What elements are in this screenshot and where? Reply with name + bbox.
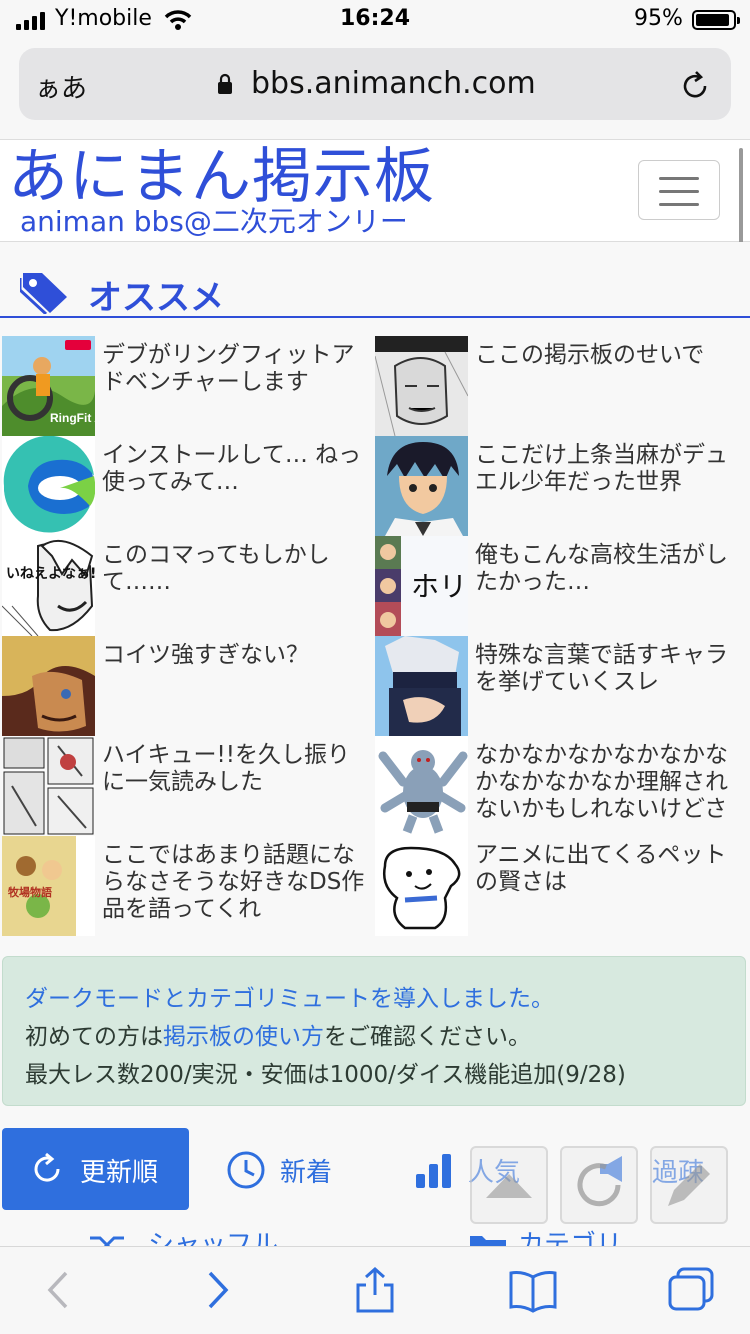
reload-icon <box>577 1163 621 1207</box>
arrow-up-icon <box>486 1174 532 1198</box>
bar-chart-icon <box>416 1154 451 1188</box>
recommend-item-title[interactable]: ここの掲示板のせいで <box>475 342 740 369</box>
clock-icon <box>227 1151 265 1189</box>
reload-icon[interactable] <box>679 70 711 102</box>
howto-link[interactable]: 掲示板の使い方 <box>163 1024 324 1050</box>
recommend-item[interactable]: 特殊な言葉で話すキャラを挙げていくスレ <box>373 636 746 736</box>
address-bar[interactable]: ぁあ bbs.animanch.com <box>19 48 731 120</box>
thumb-text: RingFit Adventure <box>50 411 95 425</box>
thumb-text: 牧場物語 <box>8 885 52 899</box>
tab-shuffle-label: シャッフル <box>148 1230 279 1248</box>
browser-chrome: ぁあ bbs.animanch.com <box>0 42 750 140</box>
bookmarks-icon[interactable] <box>508 1267 558 1313</box>
thumb-text: いねえよなぁ!!? <box>6 566 95 582</box>
notice-line-3: 最大レス数200/実況・安価は1000/ダイス機能追加(9/28) <box>25 1062 626 1088</box>
recommend-item[interactable]: なかなかなかなかなかなかなかなかなか理解されないかもしれないけどさ <box>373 736 746 836</box>
edge-browser-icon[interactable] <box>2 436 95 536</box>
status-bar: Y!mobile 16:24 95% <box>0 0 750 42</box>
recommend-item[interactable]: アニメに出てくるペットの賢さは <box>373 836 746 936</box>
thumbnail-shiro-dog[interactable] <box>375 836 468 936</box>
battery-icon <box>692 10 740 30</box>
recommend-item-title[interactable]: 俺もこんな高校生活がしたかった… <box>475 542 740 596</box>
thumbnail-blonde-character[interactable] <box>2 636 95 736</box>
tabs-icon[interactable] <box>666 1267 716 1313</box>
main-content: オススメ RingFit Adventure デブがリングフィットアドベンチャー… <box>0 242 750 1248</box>
browser-toolbar <box>0 1246 750 1334</box>
recommend-item[interactable]: いねえよなぁ!!? このコマってもしかして…… <box>0 536 373 636</box>
thumbnail-haikyu-manga[interactable] <box>2 736 95 836</box>
recommend-title: オススメ <box>88 278 224 318</box>
recommend-item-title[interactable]: このコマってもしかして…… <box>102 542 367 596</box>
tab-new[interactable]: 新着 <box>200 1128 360 1210</box>
recommend-item[interactable]: RingFit Adventure デブがリングフィットアドベンチャーします <box>0 336 373 436</box>
notice-announcement-link[interactable]: ダークモードとカテゴリミュートを導入しました。 <box>25 979 554 1013</box>
text-size-button[interactable]: ぁあ <box>35 68 87 105</box>
refresh-icon <box>34 1152 60 1182</box>
thumb-text: ホリ <box>411 570 467 603</box>
forward-icon[interactable] <box>192 1267 242 1313</box>
recommend-item-title[interactable]: インストールして… ねっ 使ってみて… <box>102 442 384 496</box>
reload-floating-button[interactable] <box>560 1146 638 1224</box>
thumbnail-ds-game[interactable]: 牧場物語 <box>2 836 95 936</box>
recommend-item-title[interactable]: ここだけ上条当麻がデュエル少年だった世界 <box>475 442 740 496</box>
site-header: あにまん掲示板 animan bbs@二次元オンリー <box>0 140 750 242</box>
battery-percent: 95% <box>634 6 683 31</box>
tab-updated[interactable]: 更新順 <box>2 1128 189 1210</box>
recommend-item[interactable]: 牧場物語 ここではあまり話題にならなさそうな好きなDS作品を語ってくれ <box>0 836 373 936</box>
site-logo[interactable]: あにまん掲示板 <box>8 144 435 210</box>
tag-icon <box>20 273 67 314</box>
recommend-item[interactable]: ハイキュー!!を久し振りに一気読みした <box>0 736 373 836</box>
notice-line-2-suffix: をご確認ください。 <box>324 1024 531 1050</box>
share-icon[interactable] <box>350 1267 400 1313</box>
recommend-item-title[interactable]: デブがリングフィットアドベンチャーします <box>102 342 367 396</box>
thumbnail-anime-boy[interactable] <box>375 436 468 536</box>
tab-new-label: 新着 <box>280 1158 333 1188</box>
thumbnail-horimiya[interactable]: ホリ <box>375 536 468 636</box>
lock-icon <box>218 73 232 94</box>
recommend-item[interactable]: ここの掲示板のせいで <box>373 336 746 436</box>
notice-line-2: 初めての方は掲示板の使い方をご確認ください。 <box>25 1017 531 1051</box>
thumbnail-pokemon-machamp[interactable] <box>375 736 468 836</box>
recommend-item[interactable]: ホリ 俺もこんな高校生活がしたかった… <box>373 536 746 636</box>
recommend-item-title[interactable]: ここではあまり話題にならなさそうな好きなDS作品を語ってくれ <box>102 842 367 923</box>
recommend-item-title[interactable]: コイツ強すぎない？ <box>102 642 367 669</box>
tab-category-label: カテゴリ <box>518 1230 623 1248</box>
recommend-item-title[interactable]: アニメに出てくるペットの賢さは <box>475 842 740 896</box>
recommend-item-title[interactable]: なかなかなかなかなかなかなかなかなか理解されないかもしれないけどさ <box>475 742 740 823</box>
thumbnail-white-hair-character[interactable] <box>375 636 468 736</box>
site-subtitle: animan bbs@二次元オンリー <box>20 205 408 238</box>
tab-shuffle[interactable]: シャッフル <box>80 1224 320 1248</box>
tab-updated-label: 更新順 <box>80 1158 159 1188</box>
browser-window: { "status_bar": {"carrier": "Y!mobile", … <box>0 0 750 1334</box>
hamburger-menu-button[interactable] <box>638 160 720 220</box>
recommend-item[interactable]: ここだけ上条当麻がデュエル少年だった世界 <box>373 436 746 536</box>
notice-line-2-prefix: 初めての方は <box>25 1024 163 1050</box>
thumbnail-manga-pirate[interactable] <box>375 336 468 436</box>
thumbnail-ringfit[interactable]: RingFit Adventure <box>2 336 95 436</box>
notice-box: ダークモードとカテゴリミュートを導入しました。 初めての方は掲示板の使い方をご確… <box>2 956 746 1106</box>
url-text[interactable]: bbs.animanch.com <box>251 66 536 101</box>
compose-floating-button[interactable] <box>650 1146 728 1224</box>
thumbnail-manga-panel[interactable]: いねえよなぁ!!? <box>2 536 95 636</box>
scroll-top-button[interactable] <box>470 1146 548 1224</box>
pencil-icon <box>668 1164 710 1206</box>
recommend-item[interactable]: インストールして… ねっ 使ってみて… <box>0 436 384 536</box>
back-icon[interactable] <box>34 1267 84 1313</box>
recommend-item-title[interactable]: ハイキュー!!を久し振りに一気読みした <box>102 742 367 796</box>
tab-category[interactable]: カテゴリ <box>466 1224 706 1248</box>
recommend-header: オススメ <box>0 268 750 318</box>
recommend-item-title[interactable]: 特殊な言葉で話すキャラを挙げていくスレ <box>475 642 740 696</box>
recommend-item[interactable]: コイツ強すぎない？ <box>0 636 373 736</box>
